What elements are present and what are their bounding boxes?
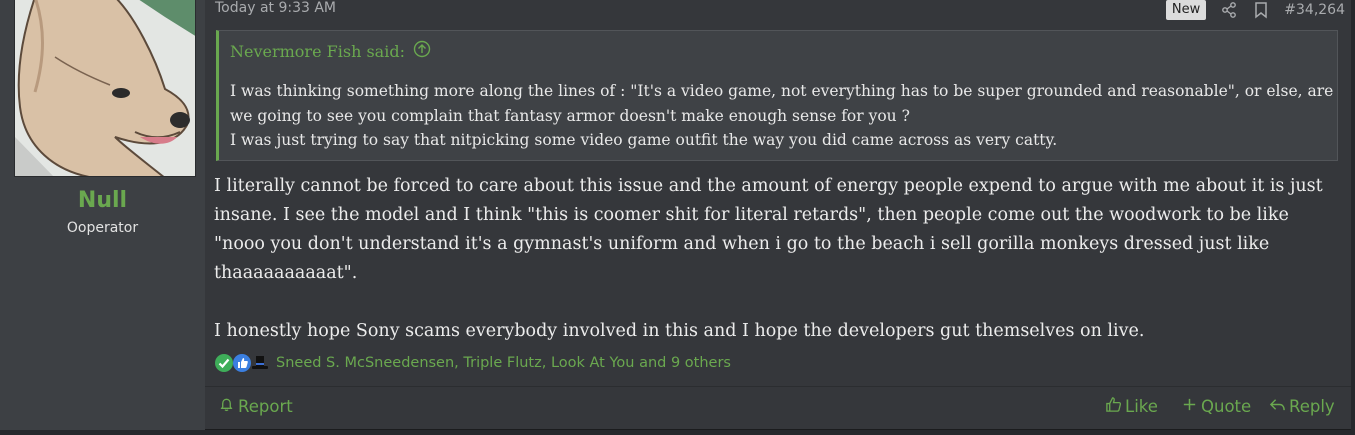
reply-label: Reply (1289, 396, 1335, 416)
reply-arrow-icon (1269, 396, 1286, 417)
reaction-users[interactable]: Sneed S. McSneedensen, Triple Flutz, Loo… (276, 355, 731, 371)
quote-author[interactable]: Nevermore Fish said: (230, 42, 405, 61)
quote-line: I was just trying to say that nitpicking… (230, 131, 1058, 149)
like-button[interactable]: Like (1105, 395, 1158, 417)
post-date[interactable]: Today at 9:33 AM (215, 0, 336, 16)
quote-body: I was thinking something more along the … (230, 79, 1335, 153)
avatar[interactable] (14, 0, 196, 177)
post-paragraph: I honestly hope Sony scams everybody inv… (214, 321, 1145, 341)
quote-line: I was thinking something more along the … (230, 82, 1334, 125)
username[interactable]: Null (0, 188, 205, 213)
like-label: Like (1125, 396, 1158, 416)
post-tools: New #34,264 (1165, 0, 1345, 20)
arrow-up-circle-icon[interactable] (413, 40, 431, 62)
post-number[interactable]: #34,264 (1284, 2, 1345, 18)
checkmark-icon[interactable] (214, 353, 234, 373)
report-label: Report (238, 396, 293, 416)
thumbs-up-outline-icon (1105, 396, 1122, 417)
report-link[interactable]: Report (218, 395, 293, 417)
share-icon[interactable] (1220, 1, 1238, 19)
new-badge: New (1165, 0, 1207, 20)
post-main: Today at 9:33 AM New #34,264 Nevermore F… (205, 0, 1351, 430)
post-footer: Report Like Quote Reply (205, 386, 1351, 430)
quote-header[interactable]: Nevermore Fish said: (230, 40, 431, 62)
bell-icon (218, 396, 235, 417)
post-paragraph: I literally cannot be forced to care abo… (214, 176, 1323, 283)
reactions-bar[interactable]: Sneed S. McSneedensen, Triple Flutz, Loo… (214, 352, 731, 374)
thumbs-up-icon[interactable] (232, 353, 252, 373)
quote-button[interactable]: Quote (1181, 395, 1251, 417)
reply-button[interactable]: Reply (1269, 395, 1335, 417)
plus-icon (1181, 396, 1198, 417)
forum-post: Null Ooperator Today at 9:33 AM New #34,… (0, 0, 1351, 430)
user-title: Ooperator (66, 220, 139, 236)
quote-label: Quote (1201, 396, 1252, 416)
user-sidebar: Null Ooperator (0, 0, 205, 430)
post-content: I literally cannot be forced to care abo… (214, 172, 1344, 375)
quote-block: Nevermore Fish said: I was thinking some… (216, 30, 1338, 161)
top-hat-icon[interactable] (250, 353, 270, 373)
bookmark-icon[interactable] (1252, 1, 1270, 19)
